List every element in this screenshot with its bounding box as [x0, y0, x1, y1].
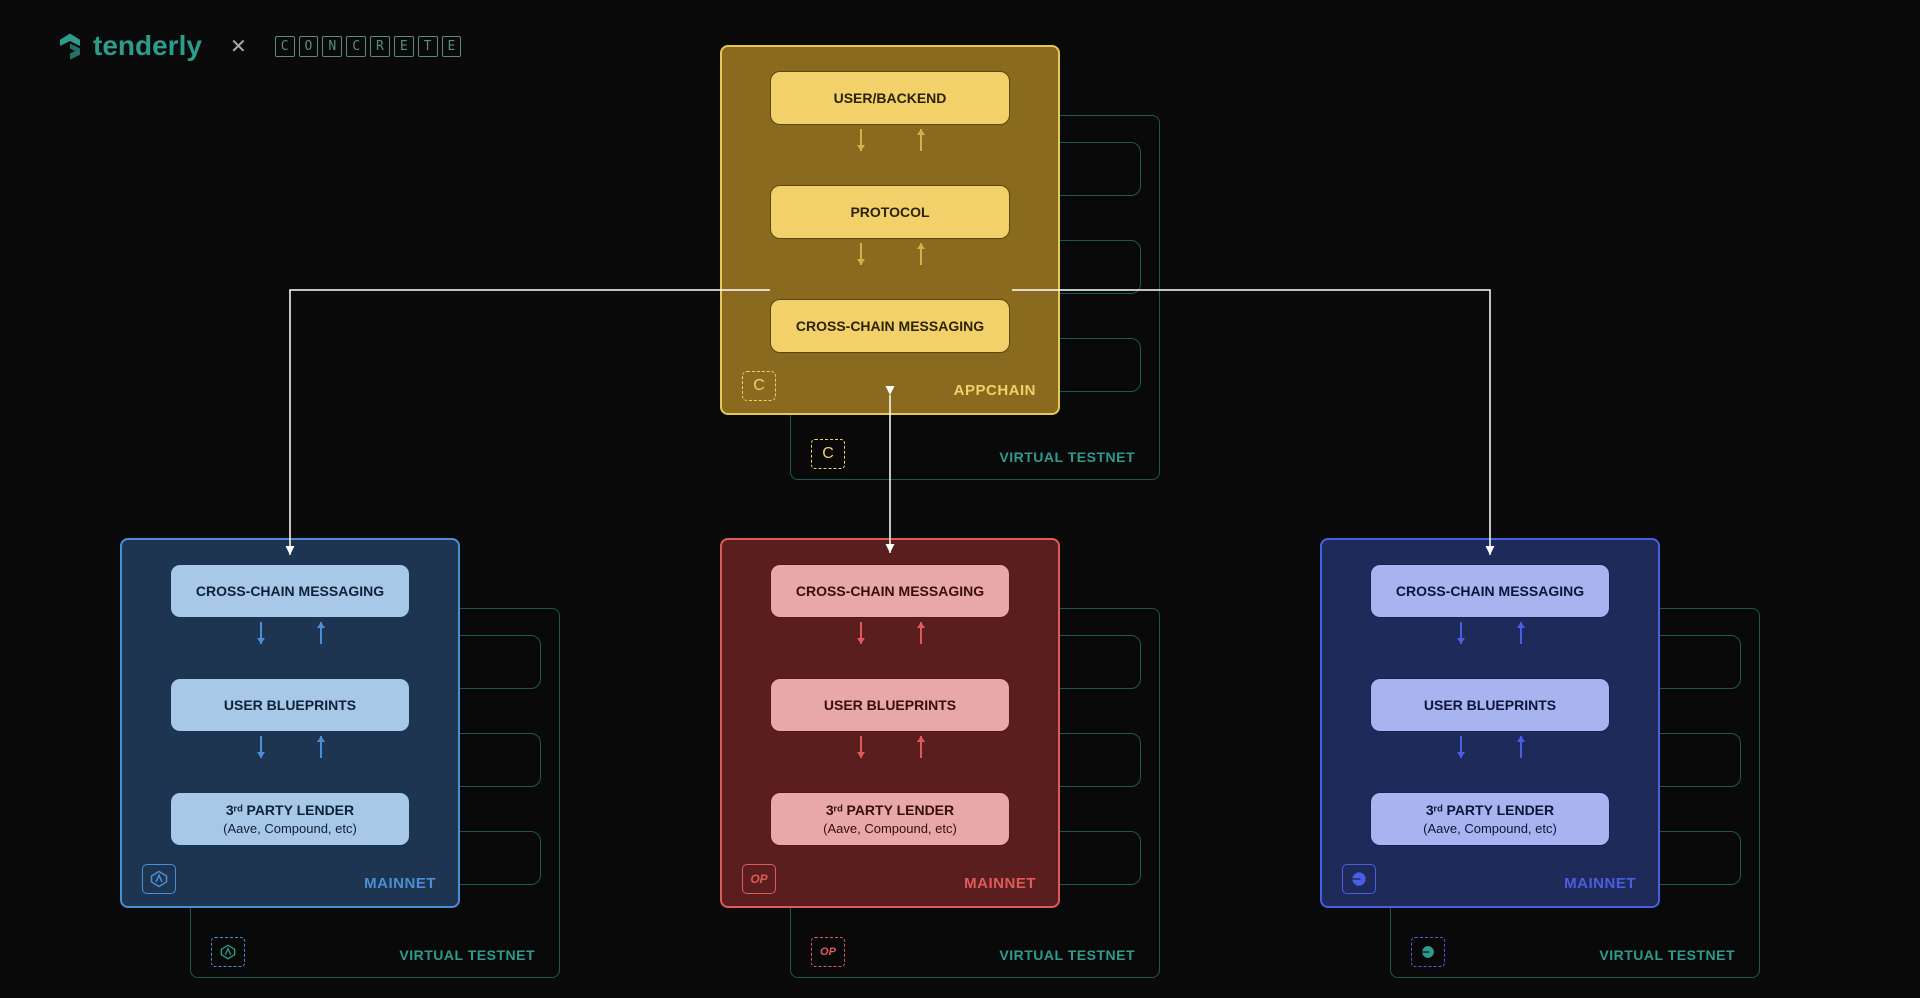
appchain-box-cross-chain: CROSS-CHAIN MESSAGING: [770, 299, 1010, 353]
appchain-card: USER/BACKEND PROTOCOL CROSS-CHAIN MESSAG…: [720, 45, 1060, 415]
chain-testnet-chip: [211, 937, 245, 967]
chain-testnet-label: VIRTUAL TESTNET: [999, 947, 1135, 963]
chain-card-indigo: CROSS-CHAIN MESSAGING USER BLUEPRINTS 3ʳ…: [1320, 538, 1660, 908]
chain-label: MAINNET: [1564, 875, 1636, 892]
tenderly-logo: tenderly: [55, 30, 202, 62]
chain-label: MAINNET: [364, 875, 436, 892]
chain-testnet-chip: [1411, 937, 1445, 967]
appchain-chip: C: [742, 371, 776, 401]
concrete-letter: N: [322, 36, 342, 57]
appchain-box-user-backend: USER/BACKEND: [770, 71, 1010, 125]
chain-box-cross-chain: CROSS-CHAIN MESSAGING: [1370, 564, 1610, 618]
chain-box-lender: 3ʳᵈ PARTY LENDER (Aave, Compound, etc): [1370, 792, 1610, 846]
base-icon: [1421, 945, 1435, 959]
chain-chip-arbitrum: [142, 864, 176, 894]
chain-box-blueprints: USER BLUEPRINTS: [1370, 678, 1610, 732]
chain-testnet-chip: OP: [811, 937, 845, 967]
arbitrum-icon: [220, 944, 236, 960]
appchain-testnet-chip: C: [811, 439, 845, 469]
chain-box-blueprints: USER BLUEPRINTS: [770, 678, 1010, 732]
concrete-letter: T: [418, 36, 438, 57]
chain-box-lender: 3ʳᵈ PARTY LENDER (Aave, Compound, etc): [170, 792, 410, 846]
chain-chip-optimism: OP: [742, 864, 776, 894]
concrete-letter: C: [275, 36, 295, 57]
concrete-letter: C: [346, 36, 366, 57]
header: tenderly ✕ CONCRETE: [55, 30, 461, 62]
appchain-testnet-label: VIRTUAL TESTNET: [999, 449, 1135, 465]
concrete-letter: R: [370, 36, 390, 57]
base-icon: [1351, 871, 1367, 887]
chain-label: MAINNET: [964, 875, 1036, 892]
chain-box-cross-chain: CROSS-CHAIN MESSAGING: [170, 564, 410, 618]
x-separator: ✕: [230, 34, 247, 59]
tenderly-icon: [55, 31, 85, 61]
chain-testnet-label: VIRTUAL TESTNET: [1599, 947, 1735, 963]
chain-testnet-label: VIRTUAL TESTNET: [399, 947, 535, 963]
chain-card-red: CROSS-CHAIN MESSAGING USER BLUEPRINTS 3ʳ…: [720, 538, 1060, 908]
concrete-letter: O: [299, 36, 319, 57]
tenderly-text: tenderly: [93, 30, 202, 62]
chain-box-blueprints: USER BLUEPRINTS: [170, 678, 410, 732]
concrete-letter: E: [442, 36, 462, 57]
chain-chip-base: [1342, 864, 1376, 894]
concrete-logo: CONCRETE: [275, 36, 462, 57]
appchain-label: APPCHAIN: [954, 382, 1036, 399]
concrete-letter: E: [394, 36, 414, 57]
arbitrum-icon: [150, 870, 168, 888]
chain-box-lender: 3ʳᵈ PARTY LENDER (Aave, Compound, etc): [770, 792, 1010, 846]
chain-card-blue: CROSS-CHAIN MESSAGING USER BLUEPRINTS 3ʳ…: [120, 538, 460, 908]
chain-box-cross-chain: CROSS-CHAIN MESSAGING: [770, 564, 1010, 618]
appchain-box-protocol: PROTOCOL: [770, 185, 1010, 239]
